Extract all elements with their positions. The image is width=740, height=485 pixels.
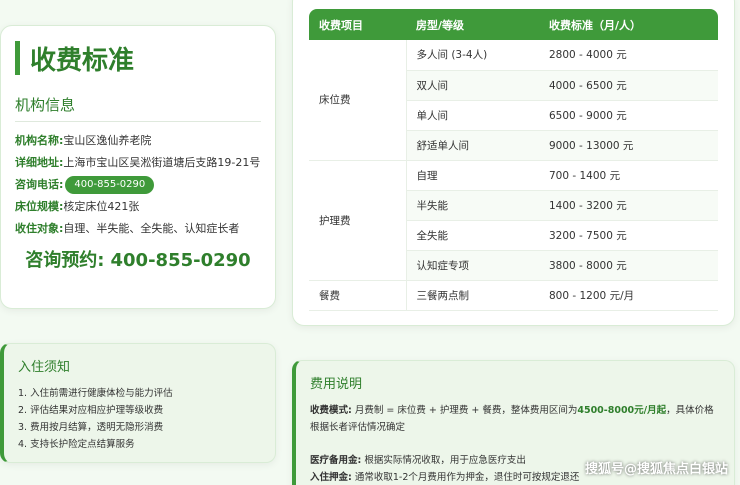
info-value: 自理、半失能、全失能、认知症长者 (63, 222, 240, 235)
cell-price: 800 - 1200 元/月 (539, 280, 718, 311)
info-row-address: 详细地址: 上海市宝山区吴淞街道塘后支路19-21号 (15, 154, 261, 172)
info-key: 收住对象: (15, 222, 64, 235)
info-row-phone: 咨询电话: 400-855-0290 (15, 176, 261, 194)
info-value: 核定床位421张 (63, 200, 140, 213)
fee-table-card: 收费项目 房型/等级 收费标准（月/人） 床位费 多人间 (3-4人) 2800… (292, 0, 735, 326)
explain-deposit-text: 通常收取1-2个月费用作为押金，退住时可按规定退还 (354, 472, 580, 483)
cell-price: 3200 - 7500 元 (539, 220, 718, 251)
note-line: 3. 费用按月结算，透明无隐形消费 (18, 422, 164, 433)
cell-price: 1400 - 3200 元 (539, 190, 718, 221)
cell-level: 舒适单人间 (406, 130, 539, 161)
explain-mode-range: 4500-8000元/月起 (577, 405, 667, 416)
page-title: 收费标准 (30, 45, 135, 76)
cell-price: 2800 - 4000 元 (539, 40, 718, 71)
info-list: 机构名称: 宝山区逸仙养老院 详细地址: 上海市宝山区吴淞街道塘后支路19-21… (15, 132, 261, 238)
header-level: 房型/等级 (406, 9, 539, 40)
info-key: 床位规模: (15, 200, 64, 213)
cell-price: 4000 - 6500 元 (539, 70, 718, 101)
cell-level: 三餐两点制 (406, 280, 539, 311)
info-row-beds: 床位规模: 核定床位421张 (15, 198, 261, 216)
header-item: 收费项目 (309, 9, 406, 40)
cell-level: 认知症专项 (406, 250, 539, 281)
cell-level: 单人间 (406, 100, 539, 131)
cell-price: 3800 - 8000 元 (539, 250, 718, 281)
big-phone-number: 400-855-0290 (110, 250, 251, 271)
explain-medical-label: 医疗备用金: (310, 455, 362, 466)
cell-price: 700 - 1400 元 (539, 160, 718, 191)
watermark: 搜狐号@搜狐焦点白银站 (584, 462, 728, 477)
explain-mode-text: 月费制 = 床位费 + 护理费 + 餐费，整体费用区间为 (354, 405, 578, 416)
notes-title: 入住须知 (18, 360, 71, 375)
explain-mode-label: 收费模式: (310, 405, 352, 416)
cell-price: 6500 - 9000 元 (539, 100, 718, 131)
cell-level: 半失能 (406, 190, 539, 221)
cell-price: 9000 - 13000 元 (539, 130, 718, 161)
info-key: 咨询电话: (15, 178, 64, 191)
info-value: 宝山区逸仙养老院 (63, 134, 152, 147)
big-phone[interactable]: 咨询预约: 400-855-0290 (15, 246, 261, 272)
title-accent-bar (15, 41, 20, 75)
explain-mode: 收费模式: 月费制 = 床位费 + 护理费 + 餐费，整体费用区间为4500-8… (310, 402, 720, 436)
table-row: 床位费 多人间 (3-4人) 2800 - 4000 元 (309, 40, 718, 161)
fee-table: 收费项目 房型/等级 收费标准（月/人） 床位费 多人间 (3-4人) 2800… (309, 9, 718, 311)
info-key: 机构名称: (15, 134, 64, 147)
table-row: 护理费 自理 700 - 1400 元 (309, 160, 718, 281)
explain-deposit-label: 入住押金: (310, 472, 352, 483)
notes-card: 入住须知 1. 入住前需进行健康体检与能力评估 2. 评估结果对应相应护理等级收… (0, 343, 276, 463)
title-wrap: 收费标准 (15, 40, 261, 76)
info-value: 上海市宝山区吴淞街道塘后支路19-21号 (63, 156, 261, 169)
cell-level: 自理 (406, 160, 539, 191)
info-row-targets: 收住对象: 自理、半失能、全失能、认知症长者 (15, 220, 261, 238)
note-line: 4. 支持长护险定点结算服务 (18, 439, 135, 450)
note-line: 2. 评估结果对应相应护理等级收费 (18, 405, 164, 416)
info-card: 收费标准 机构信息 机构名称: 宝山区逸仙养老院 详细地址: 上海市宝山区吴淞街… (0, 25, 276, 309)
table-row: 餐费 三餐两点制 800 - 1200 元/月 (309, 280, 718, 311)
explain-title: 费用说明 (310, 377, 363, 392)
phone-pill[interactable]: 400-855-0290 (65, 176, 155, 194)
group-bed: 床位费 (309, 40, 407, 161)
cell-level: 多人间 (3-4人) (406, 40, 539, 71)
table-header-row: 收费项目 房型/等级 收费标准（月/人） (309, 9, 718, 40)
info-key: 详细地址: (15, 156, 64, 169)
cell-level: 全失能 (406, 220, 539, 251)
cell-level: 双人间 (406, 70, 539, 101)
info-row-name: 机构名称: 宝山区逸仙养老院 (15, 132, 261, 150)
group-meal: 餐费 (309, 280, 407, 311)
big-phone-label: 咨询预约: (25, 250, 105, 271)
section-subtitle: 机构信息 (15, 94, 261, 122)
note-line: 1. 入住前需进行健康体检与能力评估 (18, 388, 173, 399)
explain-medical-text: 根据实际情况收取，用于应急医疗支出 (364, 455, 526, 466)
group-care: 护理费 (309, 160, 407, 281)
header-price: 收费标准（月/人） (539, 9, 718, 40)
